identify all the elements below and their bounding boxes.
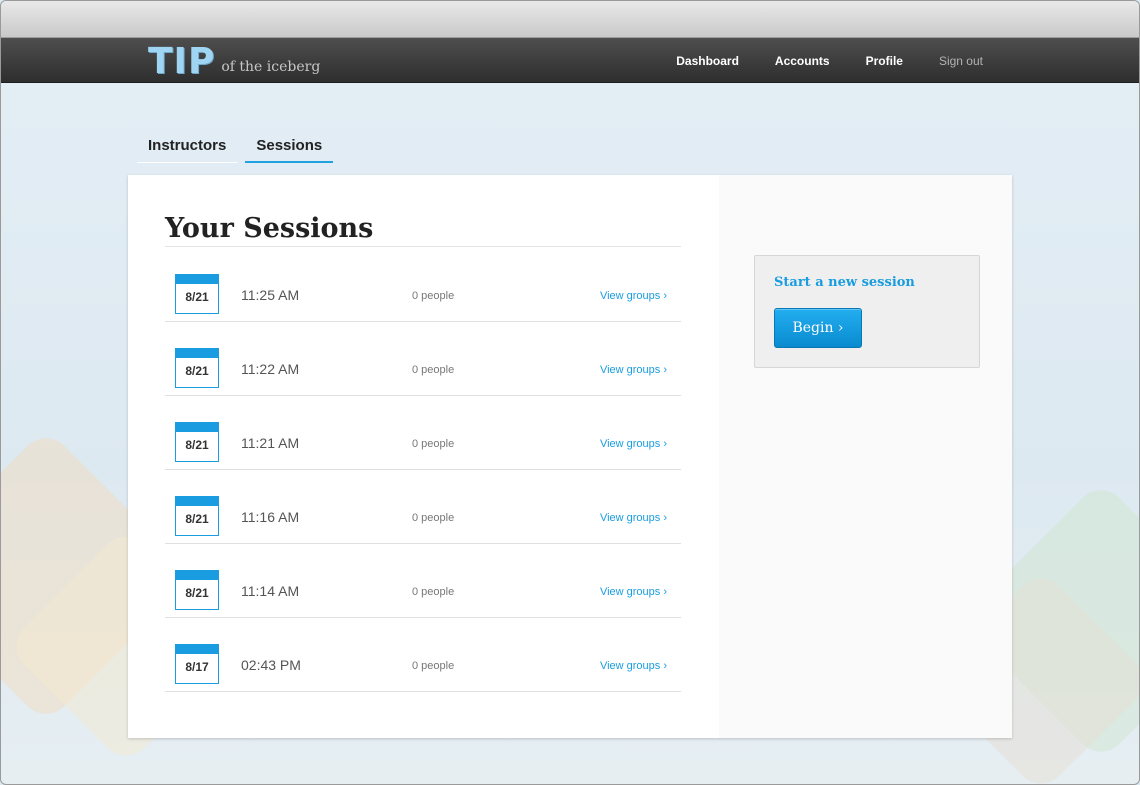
session-time: 11:22 AM — [241, 361, 300, 377]
session-people: 0 people — [412, 438, 455, 450]
session-row: 8/21 11:21 AM 0 people View groups › — [165, 396, 681, 470]
calendar-icon: 8/21 — [175, 348, 219, 388]
calendar-icon: 8/17 — [175, 644, 219, 684]
top-navbar: TIP of the iceberg Dashboard Accounts Pr… — [1, 38, 1139, 83]
session-row: 8/21 11:14 AM 0 people View groups › — [165, 544, 681, 618]
new-session-title: Start a new session — [774, 275, 915, 290]
new-session-panel: Start a new session Begin › — [754, 255, 980, 368]
logo[interactable]: TIP of the iceberg — [148, 44, 320, 80]
tab-sessions[interactable]: Sessions — [245, 131, 334, 163]
session-date: 8/21 — [185, 586, 209, 600]
nav-accounts[interactable]: Accounts — [775, 54, 830, 68]
session-people: 0 people — [412, 512, 455, 524]
view-groups-link[interactable]: View groups › — [600, 512, 667, 524]
calendar-icon: 8/21 — [175, 496, 219, 536]
session-time: 11:16 AM — [241, 509, 300, 525]
calendar-icon: 8/21 — [175, 570, 219, 610]
session-time: 11:25 AM — [241, 287, 300, 303]
window-chrome — [1, 1, 1139, 38]
begin-button[interactable]: Begin › — [774, 308, 862, 348]
main-nav: Dashboard Accounts Profile Sign out — [640, 38, 983, 83]
session-time: 11:21 AM — [241, 435, 300, 451]
logo-tagline: of the iceberg — [221, 59, 321, 75]
session-people: 0 people — [412, 364, 455, 376]
session-people: 0 people — [412, 290, 455, 302]
session-date: 8/21 — [185, 290, 209, 304]
session-row: 8/21 11:22 AM 0 people View groups › — [165, 322, 681, 396]
session-people: 0 people — [412, 586, 455, 598]
session-date: 8/21 — [185, 512, 209, 526]
session-row: 8/21 11:25 AM 0 people View groups › — [165, 248, 681, 322]
nav-sign-out[interactable]: Sign out — [939, 54, 983, 68]
session-time: 11:14 AM — [241, 583, 300, 599]
logo-mark: TIP — [148, 41, 216, 82]
browser-window: TIP of the iceberg Dashboard Accounts Pr… — [0, 0, 1140, 785]
nav-dashboard[interactable]: Dashboard — [676, 54, 739, 68]
calendar-icon: 8/21 — [175, 274, 219, 314]
view-groups-link[interactable]: View groups › — [600, 660, 667, 672]
session-date: 8/17 — [185, 660, 209, 674]
view-groups-link[interactable]: View groups › — [600, 586, 667, 598]
view-groups-link[interactable]: View groups › — [600, 364, 667, 376]
session-date: 8/21 — [185, 364, 209, 378]
nav-profile[interactable]: Profile — [866, 54, 903, 68]
tab-instructors[interactable]: Instructors — [137, 131, 238, 163]
page-title: Your Sessions — [165, 213, 681, 247]
view-groups-link[interactable]: View groups › — [600, 290, 667, 302]
session-row: 8/21 11:16 AM 0 people View groups › — [165, 470, 681, 544]
view-groups-link[interactable]: View groups › — [600, 438, 667, 450]
section-tabs: Instructors Sessions — [137, 131, 341, 163]
session-people: 0 people — [412, 660, 455, 672]
sessions-card: Your Sessions 8/21 11:25 AM 0 people Vie… — [128, 175, 1012, 738]
session-list: 8/21 11:25 AM 0 people View groups › 8/2… — [165, 248, 681, 692]
calendar-icon: 8/21 — [175, 422, 219, 462]
session-date: 8/21 — [185, 438, 209, 452]
session-row: 8/17 02:43 PM 0 people View groups › — [165, 618, 681, 692]
session-time: 02:43 PM — [241, 657, 301, 673]
